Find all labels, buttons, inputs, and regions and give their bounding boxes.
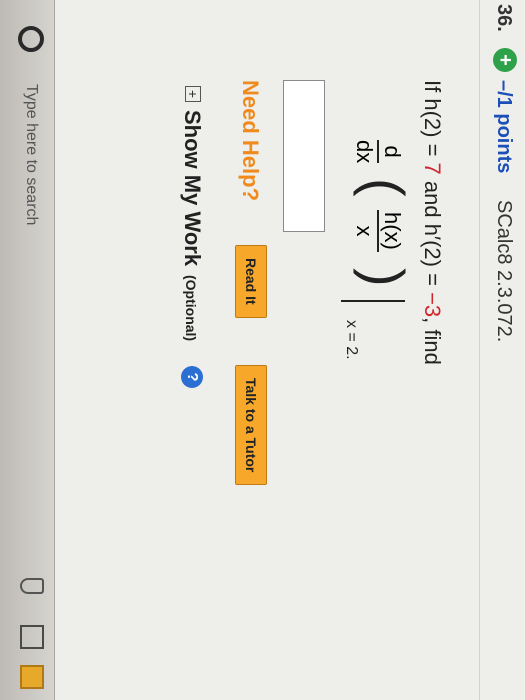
file-explorer-icon[interactable] bbox=[20, 665, 44, 689]
cortana-circle-icon[interactable] bbox=[18, 26, 44, 52]
question-code: SCalc8 2.3.072. bbox=[493, 200, 515, 343]
answer-input[interactable] bbox=[283, 80, 325, 232]
right-paren: ) bbox=[353, 268, 416, 287]
evaluation-point: x = 2. bbox=[343, 320, 360, 360]
talk-to-tutor-button[interactable]: Talk to a Tutor bbox=[235, 365, 267, 486]
left-paren: ( bbox=[353, 178, 416, 197]
question-number: 36. bbox=[493, 4, 515, 32]
screen-photo: 36. + –/1 points SCalc8 2.3.072. If h(2)… bbox=[0, 0, 525, 700]
need-help-label: Need Help? bbox=[238, 80, 263, 202]
evaluation-bar bbox=[341, 300, 405, 302]
task-view-icon[interactable] bbox=[20, 625, 44, 649]
hprime2-expr: h′(2) = bbox=[420, 223, 445, 293]
find-word: , find bbox=[420, 317, 445, 365]
h-over-x: h(x) x bbox=[351, 210, 405, 252]
points-label: –/1 points bbox=[493, 80, 515, 174]
show-my-work-label[interactable]: Show My Work bbox=[179, 110, 205, 266]
taskbar: Type here to search bbox=[0, 0, 55, 700]
problem-prefix: If bbox=[420, 80, 445, 99]
optional-label: (Optional) bbox=[183, 275, 199, 342]
plus-circle-icon[interactable]: + bbox=[493, 48, 517, 72]
expand-show-work-icon[interactable]: + bbox=[185, 86, 201, 102]
derivative-operator: d dx bbox=[351, 140, 405, 164]
dx-denominator: dx bbox=[352, 140, 377, 164]
d-numerator: d bbox=[377, 140, 405, 164]
help-question-icon[interactable]: ? bbox=[181, 366, 203, 388]
and-word: and bbox=[420, 174, 445, 224]
x-denominator: x bbox=[352, 225, 377, 237]
read-it-button[interactable]: Read It bbox=[235, 245, 267, 318]
divider bbox=[479, 0, 480, 700]
problem-text: If h(2) = 7 and h′(2) = −3, find bbox=[419, 80, 445, 365]
hprime2-value: −3 bbox=[420, 292, 445, 318]
microphone-icon[interactable] bbox=[20, 578, 44, 594]
h2-expr: h(2) = bbox=[420, 98, 445, 163]
taskbar-search-input[interactable]: Type here to search bbox=[22, 84, 40, 225]
h2-value: 7 bbox=[420, 162, 445, 175]
hx-numerator: h(x) bbox=[377, 210, 405, 252]
